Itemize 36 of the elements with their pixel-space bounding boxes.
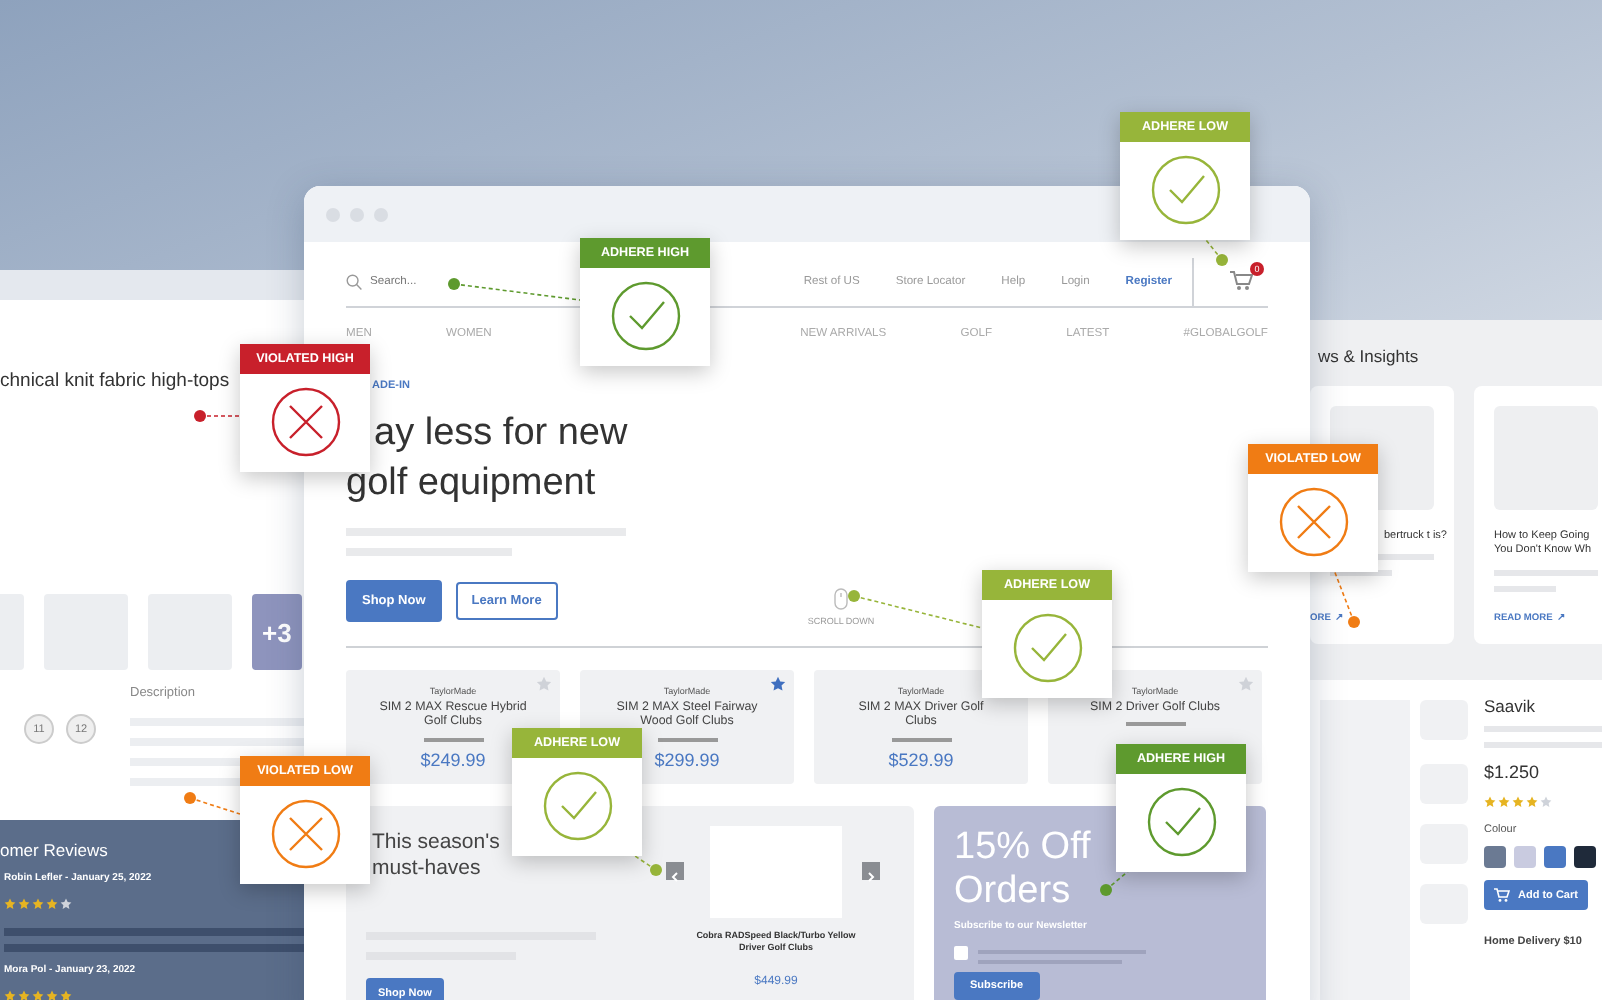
section-heading: ws & Insights (1318, 346, 1419, 366)
chevron-left-icon (666, 868, 684, 886)
leader-line (1333, 569, 1360, 628)
cart-icon (1494, 888, 1510, 902)
product-title: chnical knit fabric high-tops (0, 370, 230, 392)
product-price: $249.99 (418, 749, 488, 770)
leader-line (194, 410, 241, 422)
leader-line (184, 792, 241, 815)
product-name: Saavik (1484, 696, 1538, 716)
star-icon[interactable] (770, 676, 786, 692)
checkbox[interactable] (954, 946, 968, 960)
leader-line (848, 590, 983, 629)
next-button[interactable] (862, 862, 880, 880)
star-icon[interactable] (536, 676, 552, 692)
hero-title: ay less for new (374, 410, 630, 458)
previous-button[interactable] (666, 862, 684, 880)
colour-swatch[interactable] (1574, 846, 1596, 868)
leader-line (1205, 239, 1228, 266)
product-price: $299.99 (652, 749, 722, 770)
star-icon[interactable] (1238, 676, 1254, 692)
colour-swatch[interactable] (1484, 846, 1506, 868)
more-photos-thumbnail[interactable]: +3 (252, 594, 302, 670)
colour-swatch[interactable] (1544, 846, 1566, 868)
promo-title: 15% Off Orders (954, 826, 1093, 914)
leader-line (448, 278, 581, 301)
chevron-right-icon (862, 868, 880, 886)
mouse-icon (834, 588, 848, 610)
colour-swatch[interactable] (1514, 846, 1536, 868)
search-icon (346, 274, 362, 290)
leader-line (631, 853, 662, 876)
product-price: $1.250 (1484, 762, 1542, 782)
product-price: $529.99 (886, 749, 956, 770)
reviews-heading: omer Reviews (0, 840, 110, 860)
hero-title: golf equipment (346, 460, 598, 508)
section-heading: This season's must-haves (372, 830, 502, 882)
cart-icon[interactable] (1230, 270, 1254, 290)
